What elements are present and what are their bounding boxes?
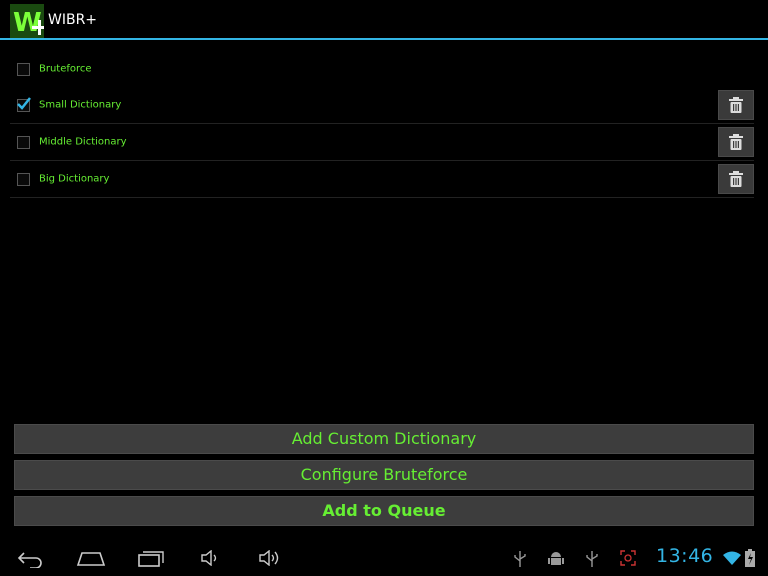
android-debug-icon [548, 552, 564, 565]
list-item-label: Big Dictionary [39, 173, 110, 185]
back-icon[interactable] [16, 550, 44, 568]
add-to-queue-button[interactable]: Add to Queue [14, 496, 754, 526]
list-item-middle-dictionary[interactable]: Middle Dictionary [10, 124, 754, 161]
add-custom-dictionary-button[interactable]: Add Custom Dictionary [14, 424, 754, 454]
bruteforce-checkbox[interactable] [17, 62, 30, 76]
volume-down-icon[interactable] [200, 550, 220, 566]
dictionary-list: Bruteforce Small Dictionary Middle Dicti… [10, 50, 754, 198]
list-item-bruteforce[interactable]: Bruteforce [10, 50, 754, 87]
logo-letter: W [13, 8, 42, 38]
checkmark-icon [17, 97, 31, 110]
list-item-small-dictionary[interactable]: Small Dictionary [10, 87, 754, 124]
usb-icon [586, 551, 598, 567]
system-nav-bar: 13:46 [0, 540, 768, 576]
screenshot-icon [620, 550, 636, 566]
delete-small-dictionary-button[interactable] [718, 90, 754, 120]
small-dictionary-checkbox[interactable] [17, 97, 31, 112]
usb-icon [514, 551, 526, 567]
status-clock: 13:46 [656, 545, 714, 567]
battery-icon [745, 549, 755, 567]
list-item-label: Bruteforce [39, 63, 92, 74]
action-bar: W WIBR+ [0, 0, 768, 40]
delete-big-dictionary-button[interactable] [718, 164, 754, 194]
volume-up-icon[interactable] [258, 550, 282, 566]
app-title: WIBR+ [48, 12, 98, 28]
app-logo-icon[interactable]: W [10, 4, 44, 38]
list-item-label: Small Dictionary [39, 99, 122, 111]
middle-dictionary-checkbox[interactable] [17, 136, 30, 149]
list-item-big-dictionary[interactable]: Big Dictionary [10, 161, 754, 198]
trash-icon [729, 97, 743, 113]
list-item-label: Middle Dictionary [39, 136, 127, 148]
trash-icon [729, 171, 743, 187]
recent-apps-icon[interactable] [137, 549, 165, 567]
big-dictionary-checkbox[interactable] [17, 173, 30, 186]
home-icon[interactable] [76, 550, 106, 566]
wifi-icon [723, 551, 741, 565]
configure-bruteforce-button[interactable]: Configure Bruteforce [14, 460, 754, 490]
delete-middle-dictionary-button[interactable] [718, 127, 754, 157]
trash-icon [729, 134, 743, 150]
